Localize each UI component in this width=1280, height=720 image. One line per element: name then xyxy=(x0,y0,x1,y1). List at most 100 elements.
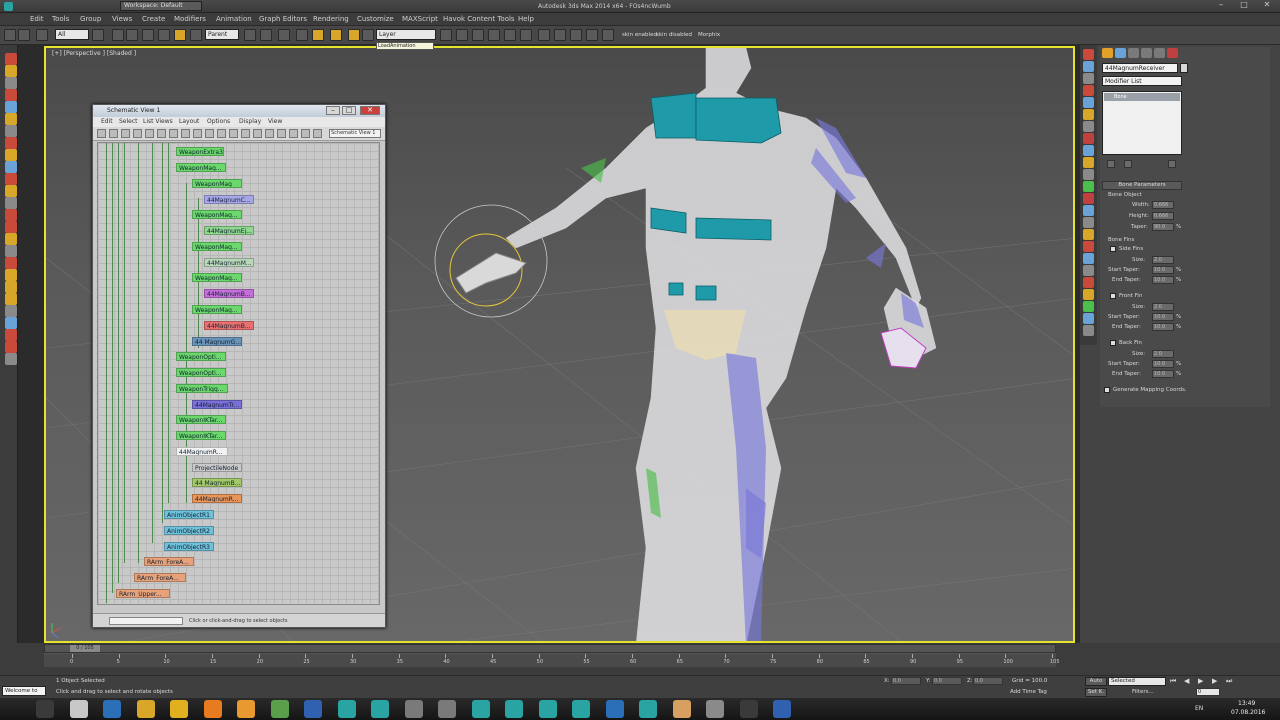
left-tool-icon[interactable] xyxy=(5,269,17,281)
taskbar-app-icon[interactable] xyxy=(304,700,322,718)
reference-coordinate-dropdown[interactable]: Parent xyxy=(205,29,239,40)
utilities-tab-icon[interactable] xyxy=(1167,48,1178,58)
left-tool-icon[interactable] xyxy=(5,77,17,89)
taskbar-app-icon[interactable] xyxy=(538,700,557,718)
modifier-shortcut-icon[interactable] xyxy=(1083,121,1094,132)
skin-disabled-button[interactable]: skin disabled xyxy=(656,32,692,38)
left-tool-icon[interactable] xyxy=(5,341,17,353)
modifier-shortcut-icon[interactable] xyxy=(1083,133,1094,144)
modifier-list-dropdown[interactable]: Modifier List xyxy=(1102,76,1182,86)
left-tool-icon[interactable] xyxy=(5,185,17,197)
menu-item-group[interactable]: Group xyxy=(80,15,101,23)
side-end-taper-spinner[interactable]: 10.0 xyxy=(1152,276,1174,284)
perspective-viewport[interactable]: [+] [Perspective ] [Shaded ] Schematic V… xyxy=(44,46,1075,643)
toolbar-button-icon[interactable] xyxy=(126,29,138,41)
schematic-node[interactable]: 44MagnumB... xyxy=(204,289,254,298)
schematic-tool-icon[interactable] xyxy=(97,129,106,138)
modifier-shortcut-icon[interactable] xyxy=(1083,217,1094,228)
left-tool-icon[interactable] xyxy=(5,65,17,77)
side-start-taper-spinner[interactable]: 10.0 xyxy=(1152,266,1174,274)
schematic-node[interactable]: AnimObjectR2 xyxy=(164,526,214,535)
toolbar-button-icon[interactable] xyxy=(174,29,186,41)
taskbar-app-icon[interactable] xyxy=(438,700,456,718)
modifier-shortcut-icon[interactable] xyxy=(1083,265,1094,276)
schematic-tool-icon[interactable] xyxy=(157,129,166,138)
schematic-tool-icon[interactable] xyxy=(145,129,154,138)
schematic-menu-layout[interactable]: Layout xyxy=(179,118,199,125)
toolbar-button-icon[interactable] xyxy=(190,29,202,41)
set-key-button[interactable]: Set K. xyxy=(1085,688,1107,697)
schematic-node[interactable]: 44MagnumEj... xyxy=(204,226,254,235)
modifier-shortcut-icon[interactable] xyxy=(1083,253,1094,264)
x-coordinate-field[interactable]: 0.0 xyxy=(891,677,921,685)
taskbar-app-icon[interactable] xyxy=(36,700,54,718)
toolbar-button-icon[interactable] xyxy=(570,29,582,41)
front-fin-checkbox[interactable] xyxy=(1110,293,1116,299)
schematic-node[interactable]: WeaponMag... xyxy=(192,273,242,282)
bone-parameters-rollout[interactable]: Bone Parameters xyxy=(1102,181,1182,190)
schematic-node[interactable]: WeaponExtra3 xyxy=(176,147,224,156)
schematic-node[interactable]: AnimObjectR3 xyxy=(164,542,214,551)
toolbar-button-icon[interactable] xyxy=(472,29,484,41)
toolbar-button-icon[interactable] xyxy=(18,29,30,41)
toolbar-button-icon[interactable] xyxy=(362,29,374,41)
toolbar-button-icon[interactable] xyxy=(260,29,272,41)
schematic-view-name-field[interactable]: Schematic View 1 xyxy=(329,129,381,138)
toolbar-button-icon[interactable] xyxy=(36,29,48,41)
modifier-shortcut-icon[interactable] xyxy=(1083,145,1094,156)
schematic-tool-icon[interactable] xyxy=(229,129,238,138)
back-fin-checkbox[interactable] xyxy=(1110,340,1116,346)
toolbar-button-icon[interactable] xyxy=(296,29,308,41)
schematic-node[interactable]: RArm_Upper... xyxy=(116,589,170,598)
schematic-node[interactable]: 44MagnumM... xyxy=(204,258,254,267)
schematic-tool-icon[interactable] xyxy=(277,129,286,138)
schematic-tool-icon[interactable] xyxy=(181,129,190,138)
taskbar-app-icon[interactable] xyxy=(404,700,423,718)
front-start-taper-spinner[interactable]: 10.0 xyxy=(1152,313,1174,321)
left-tool-icon[interactable] xyxy=(5,281,17,293)
maximize-button[interactable]: □ xyxy=(1233,0,1255,11)
schematic-maximize-button[interactable]: □ xyxy=(342,106,356,115)
menu-item-tools[interactable]: Tools xyxy=(52,15,69,23)
modify-tab-icon[interactable] xyxy=(1115,48,1126,58)
schematic-node[interactable]: WeaponMag xyxy=(192,179,242,188)
taskbar-app-icon[interactable] xyxy=(69,700,88,718)
key-filters-button[interactable]: Filters... xyxy=(1132,689,1154,695)
schematic-node[interactable]: WeaponMag... xyxy=(176,163,226,172)
toolbar-button-icon[interactable] xyxy=(92,29,104,41)
schematic-node[interactable]: WeaponMag... xyxy=(192,242,242,251)
schematic-node[interactable]: 44MagnumC... xyxy=(204,195,254,204)
taskbar-app-icon[interactable] xyxy=(706,700,724,718)
taskbar-app-icon[interactable] xyxy=(572,700,590,718)
schematic-menu-view[interactable]: View xyxy=(268,118,282,125)
motion-tab-icon[interactable] xyxy=(1141,48,1152,58)
taskbar-app-icon[interactable] xyxy=(371,700,389,718)
schematic-node[interactable]: ProjectileNode xyxy=(192,463,242,472)
schematic-title-bar[interactable]: Schematic View 1 – □ ✕ xyxy=(93,105,385,117)
taskbar-app-icon[interactable] xyxy=(203,700,222,718)
schematic-tool-icon[interactable] xyxy=(109,129,118,138)
toolbar-button-icon[interactable] xyxy=(602,29,614,41)
modifier-shortcut-icon[interactable] xyxy=(1083,49,1094,60)
toolbar-button-icon[interactable] xyxy=(4,29,16,41)
schematic-tool-icon[interactable] xyxy=(301,129,310,138)
left-tool-icon[interactable] xyxy=(5,257,17,269)
taskbar-app-icon[interactable] xyxy=(103,700,121,718)
schematic-node[interactable]: AnimObjectR1 xyxy=(164,510,214,519)
current-frame-field[interactable]: 0 xyxy=(1196,688,1220,696)
left-tool-icon[interactable] xyxy=(5,197,17,209)
left-tool-icon[interactable] xyxy=(5,125,17,137)
z-coordinate-field[interactable]: 0.0 xyxy=(973,677,1003,685)
left-tool-icon[interactable] xyxy=(5,113,17,125)
minimize-button[interactable]: – xyxy=(1210,0,1232,11)
clock-time[interactable]: 13:49 xyxy=(1238,700,1255,707)
schematic-menu-select[interactable]: Select xyxy=(119,118,138,125)
front-size-spinner[interactable]: 2.0 xyxy=(1152,303,1174,311)
schematic-minimize-button[interactable]: – xyxy=(326,106,340,115)
maxscript-listener[interactable]: Welcome to xyxy=(2,686,46,696)
toolbar-button-icon[interactable] xyxy=(538,29,550,41)
toolbar-button-icon[interactable] xyxy=(312,29,324,41)
menu-item-help[interactable]: Help xyxy=(518,15,534,23)
left-tool-icon[interactable] xyxy=(5,233,17,245)
modifier-shortcut-icon[interactable] xyxy=(1083,109,1094,120)
